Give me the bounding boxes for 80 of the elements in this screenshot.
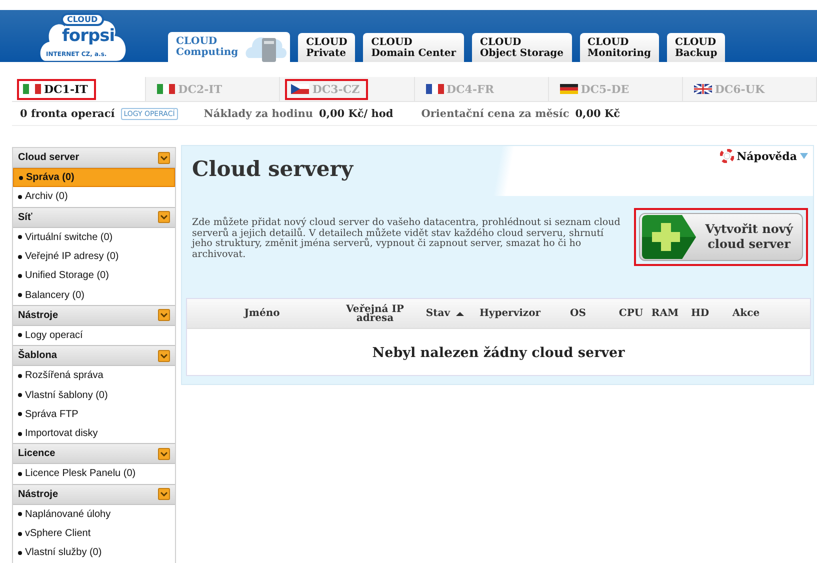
column-header[interactable]: OS	[543, 309, 613, 318]
bullet-icon	[18, 254, 22, 259]
sidebar-item[interactable]: Virtuální switche (0)	[13, 228, 175, 247]
sidebar-item[interactable]: Archiv (0)	[13, 187, 175, 207]
sidebar-item[interactable]: vSphere Client	[13, 524, 175, 544]
collapse-icon	[158, 211, 170, 224]
sidebar-section-header[interactable]: Síť	[13, 206, 175, 228]
flag-icon	[157, 84, 176, 94]
product-tab[interactable]: CLOUD Backup	[666, 33, 726, 62]
plus-icon	[642, 215, 696, 259]
help-label[interactable]: Nápověda	[736, 150, 797, 162]
monthly-cost-value: 0,00 Kč	[575, 108, 620, 120]
bullet-icon	[18, 512, 22, 516]
flag-icon	[694, 84, 712, 94]
sidebar-section-header[interactable]: Šablona	[13, 345, 175, 366]
sidebar-item[interactable]: Importovat disky	[13, 424, 175, 444]
datacenter-tab[interactable]: DC1-IT	[17, 78, 96, 100]
create-server-button[interactable]: Vytvořit nový cloud server	[639, 213, 803, 261]
column-header[interactable]: Veřejná IP adresa	[337, 304, 413, 322]
sidebar-section-header[interactable]: Nástroje	[13, 304, 175, 326]
column-header[interactable]: RAM	[649, 309, 681, 318]
collapse-icon	[158, 309, 170, 322]
sidebar-item[interactable]: Licence Plesk Panelu (0)	[13, 464, 175, 484]
sidebar-item[interactable]: Naplánované úlohy	[13, 504, 175, 524]
dropdown-caret-icon	[800, 152, 808, 160]
sidebar-section-header[interactable]: Licence	[13, 443, 175, 464]
sidebar-item[interactable]: Veřejné IP adresy (0)	[13, 246, 175, 266]
bullet-icon	[18, 194, 22, 199]
collapse-icon	[158, 152, 170, 164]
lifebuoy-icon	[720, 149, 734, 163]
sidebar-item[interactable]: Unified Storage (0)	[13, 266, 175, 286]
bullet-icon	[18, 274, 22, 278]
product-tab[interactable]: CLOUD Computing	[168, 32, 290, 62]
collapse-icon	[158, 350, 170, 362]
bullet-icon	[18, 333, 22, 338]
sidebar-item[interactable]: Balancery (0)	[13, 285, 175, 305]
column-header[interactable]: HD	[681, 309, 719, 318]
bullet-icon	[18, 550, 22, 555]
sidebar-item[interactable]: Vlastní šablony (0)	[13, 385, 175, 405]
collapse-icon	[158, 488, 170, 500]
column-header[interactable]: Jméno	[187, 309, 337, 318]
collapse-icon	[158, 448, 170, 460]
hourly-cost-label: Náklady za hodinu	[204, 108, 314, 120]
monthly-cost-label: Orientační cena za měsíc	[421, 108, 570, 120]
bullet-icon	[18, 472, 22, 476]
flag-icon	[23, 84, 41, 94]
product-tab[interactable]: CLOUD Domain Center	[363, 33, 464, 62]
sort-ascending-icon	[456, 310, 464, 316]
column-header[interactable]: Hypervizor	[477, 309, 543, 318]
flag-icon	[291, 84, 310, 94]
hourly-cost-value: 0,00 Kč/ hod	[319, 108, 394, 120]
logo-badge: CLOUD	[61, 13, 104, 26]
product-tab[interactable]: CLOUD Monitoring	[580, 33, 659, 62]
product-tab[interactable]: CLOUD Private	[298, 33, 356, 62]
column-header[interactable]: CPU	[613, 309, 649, 318]
sidebar-section-header[interactable]: Nástroje	[13, 484, 175, 505]
sidebar-item[interactable]: Rozšířená správa	[13, 366, 175, 386]
description-text: Zde můžete přidat nový cloud server do vašeho datacentra, prohlédnout si seznam cloud serverů a jejich detailů. V detailech můžete vidět stav každého cloud serveru, shrnutí jeho struktury, změnit jména serverů, vypnout či zapnout server, smazat ho či ho archivovat.	[192, 218, 622, 260]
column-header[interactable]: Stav	[413, 309, 477, 318]
sidebar-item[interactable]: Správa (0)	[13, 168, 175, 188]
page-title: Cloud servery	[192, 156, 354, 181]
empty-table-message: Nebyl nalezen žádny cloud server	[371, 344, 626, 361]
sidebar-item[interactable]: Správa FTP	[13, 404, 175, 424]
bullet-icon	[18, 532, 22, 536]
bullet-icon	[18, 374, 22, 378]
sidebar-item[interactable]: Vlastní služby (0)	[13, 543, 175, 562]
flag-icon	[426, 84, 444, 94]
sidebar-item[interactable]: Logy operací	[13, 326, 175, 346]
product-tab[interactable]: CLOUD Object Storage	[472, 33, 572, 62]
column-header[interactable]: Akce	[719, 309, 773, 318]
bullet-icon	[18, 412, 22, 416]
bullet-icon	[19, 176, 23, 180]
flag-icon	[560, 84, 578, 94]
bullet-icon	[18, 393, 22, 398]
sidebar-section-header[interactable]: Cloud server	[13, 148, 175, 168]
queue-count: 0 fronta operací	[20, 108, 115, 120]
bullet-icon	[18, 293, 22, 298]
logo-name: forpsi	[62, 26, 115, 46]
bullet-icon	[18, 432, 22, 436]
bullet-icon	[18, 235, 22, 240]
